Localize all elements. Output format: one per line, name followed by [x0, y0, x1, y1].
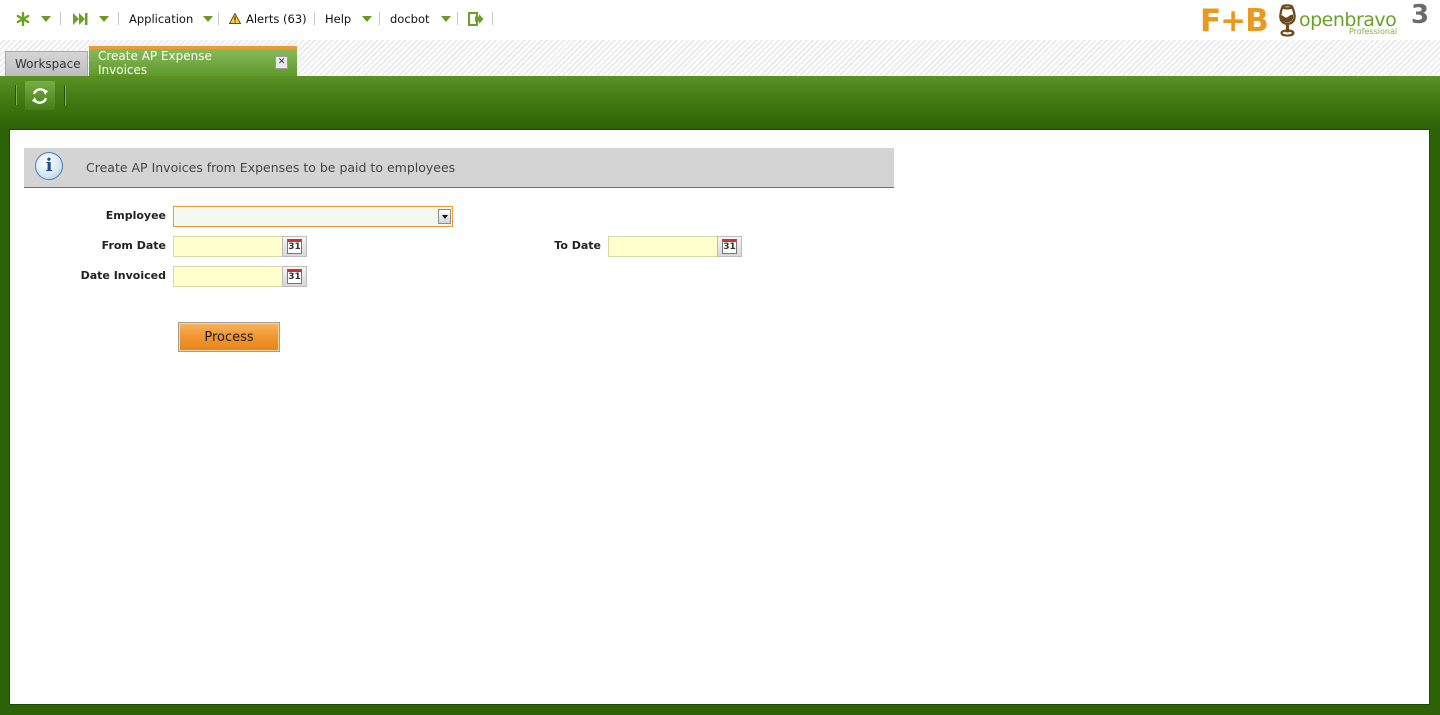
alerts-label: Alerts (63) [246, 11, 307, 26]
skip-forward-icon [73, 12, 88, 25]
chevron-down-icon [362, 15, 373, 22]
tab-strip: Workspace Create AP Expense Invoices ✕ [0, 40, 1440, 77]
chevron-down-icon [99, 15, 109, 22]
navbar-divider [118, 12, 119, 25]
chevron-down-icon [41, 15, 51, 22]
chevron-down-icon[interactable] [438, 209, 451, 224]
help-menu[interactable]: Help [325, 0, 373, 37]
openbravo-logo-version: 3 [1411, 0, 1430, 30]
tab-label: Create AP Expense Invoices [98, 48, 212, 77]
toolbar-divider [64, 85, 66, 105]
to-date-label: To Date [554, 239, 601, 252]
info-message-text: Create AP Invoices from Expenses to be p… [86, 160, 456, 175]
process-button-label: Process [204, 329, 254, 345]
close-icon[interactable]: ✕ [275, 56, 288, 69]
warning-icon [229, 13, 241, 24]
navbar-divider [492, 12, 493, 25]
calendar-icon: 31 [287, 269, 302, 284]
logout-icon [468, 11, 484, 26]
application-menu[interactable]: Application [129, 0, 214, 37]
chevron-down-icon [440, 15, 451, 22]
help-menu-label: Help [325, 11, 352, 26]
employee-select[interactable] [173, 206, 453, 227]
toolbar-divider [15, 85, 17, 105]
date-invoiced-calendar-button[interactable]: 31 [282, 266, 307, 287]
toolbar [0, 76, 1440, 129]
logout-button[interactable] [468, 0, 484, 37]
calendar-icon: 31 [722, 239, 737, 254]
quick-launch-menu[interactable] [15, 0, 51, 37]
navbar-divider [457, 12, 458, 25]
tab-create-ap-expense-invoices[interactable]: Create AP Expense Invoices ✕ [89, 46, 297, 77]
navbar-divider [60, 12, 61, 25]
recent-views-menu[interactable] [72, 0, 109, 37]
user-name-label: docbot [390, 11, 430, 26]
info-icon: i [35, 152, 63, 180]
info-message-box: i Create AP Invoices from Expenses to be… [24, 148, 894, 188]
date-invoiced-input[interactable] [173, 266, 283, 287]
to-date-input[interactable] [608, 236, 718, 257]
openbravo-logo-subtitle: Professional [1349, 27, 1398, 36]
refresh-button[interactable] [25, 81, 55, 110]
process-button[interactable]: Process [178, 322, 280, 352]
application-menu-label: Application [129, 11, 194, 26]
from-date-input[interactable] [173, 236, 283, 257]
chevron-down-icon [203, 15, 214, 22]
asterisk-icon [16, 11, 30, 26]
employee-label: Employee [105, 209, 166, 222]
from-date-label: From Date [101, 239, 166, 252]
navbar-divider [314, 12, 315, 25]
customer-logo: F+B🍷︎ [1200, 3, 1307, 39]
to-date-calendar-button[interactable]: 31 [717, 236, 742, 257]
from-date-calendar-button[interactable]: 31 [282, 236, 307, 257]
tab-label: Workspace [15, 57, 81, 71]
top-navbar: Application Alerts (63) Help docbot F+B🍷… [0, 0, 1440, 40]
user-profile-menu[interactable]: docbot [390, 0, 451, 37]
alerts-button[interactable]: Alerts (63) [229, 0, 307, 37]
refresh-icon [32, 87, 48, 104]
navbar-divider [379, 12, 380, 25]
navbar-divider [218, 12, 219, 25]
calendar-icon: 31 [287, 239, 302, 254]
tab-workspace[interactable]: Workspace [5, 51, 88, 76]
process-content-area: i Create AP Invoices from Expenses to be… [9, 129, 1430, 705]
date-invoiced-label: Date Invoiced [80, 269, 166, 282]
